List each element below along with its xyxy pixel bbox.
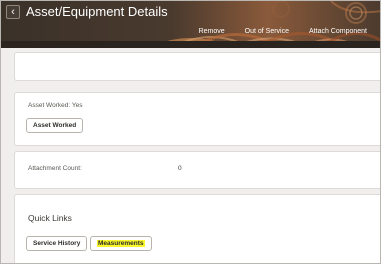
attach-component-button[interactable]: Attach Component	[309, 27, 367, 37]
asset-worked-card: Asset Worked: Yes Asset Worked	[14, 92, 380, 146]
details-card-top	[14, 52, 380, 81]
attachments-card: Attachment Count: 0	[14, 151, 380, 189]
attachment-count-value: 0	[178, 165, 182, 172]
quick-links-card: Quick Links Service History Measurements	[14, 194, 380, 263]
measurements-button[interactable]: Measurements	[90, 236, 152, 251]
measurements-label: Measurements	[97, 240, 145, 247]
chevron-left-icon: ‹	[11, 6, 15, 18]
remove-button[interactable]: Remove	[199, 27, 225, 37]
app-frame: ‹ Asset/Equipment Details Remove Out of …	[0, 0, 381, 264]
header-band	[1, 41, 380, 48]
back-button[interactable]: ‹	[6, 5, 20, 19]
asset-worked-button[interactable]: Asset Worked	[26, 118, 84, 133]
attachment-count-label: Attachment Count:	[28, 165, 82, 172]
service-history-button[interactable]: Service History	[26, 236, 88, 251]
header-actions: Remove Out of Service Attach Component	[199, 27, 367, 37]
out-of-service-button[interactable]: Out of Service	[245, 27, 289, 37]
page-title: Asset/Equipment Details	[26, 4, 168, 19]
asset-worked-label: Asset Worked: Yes	[28, 102, 83, 109]
page-header: ‹ Asset/Equipment Details Remove Out of …	[1, 1, 380, 48]
quick-links-title: Quick Links	[28, 213, 72, 223]
